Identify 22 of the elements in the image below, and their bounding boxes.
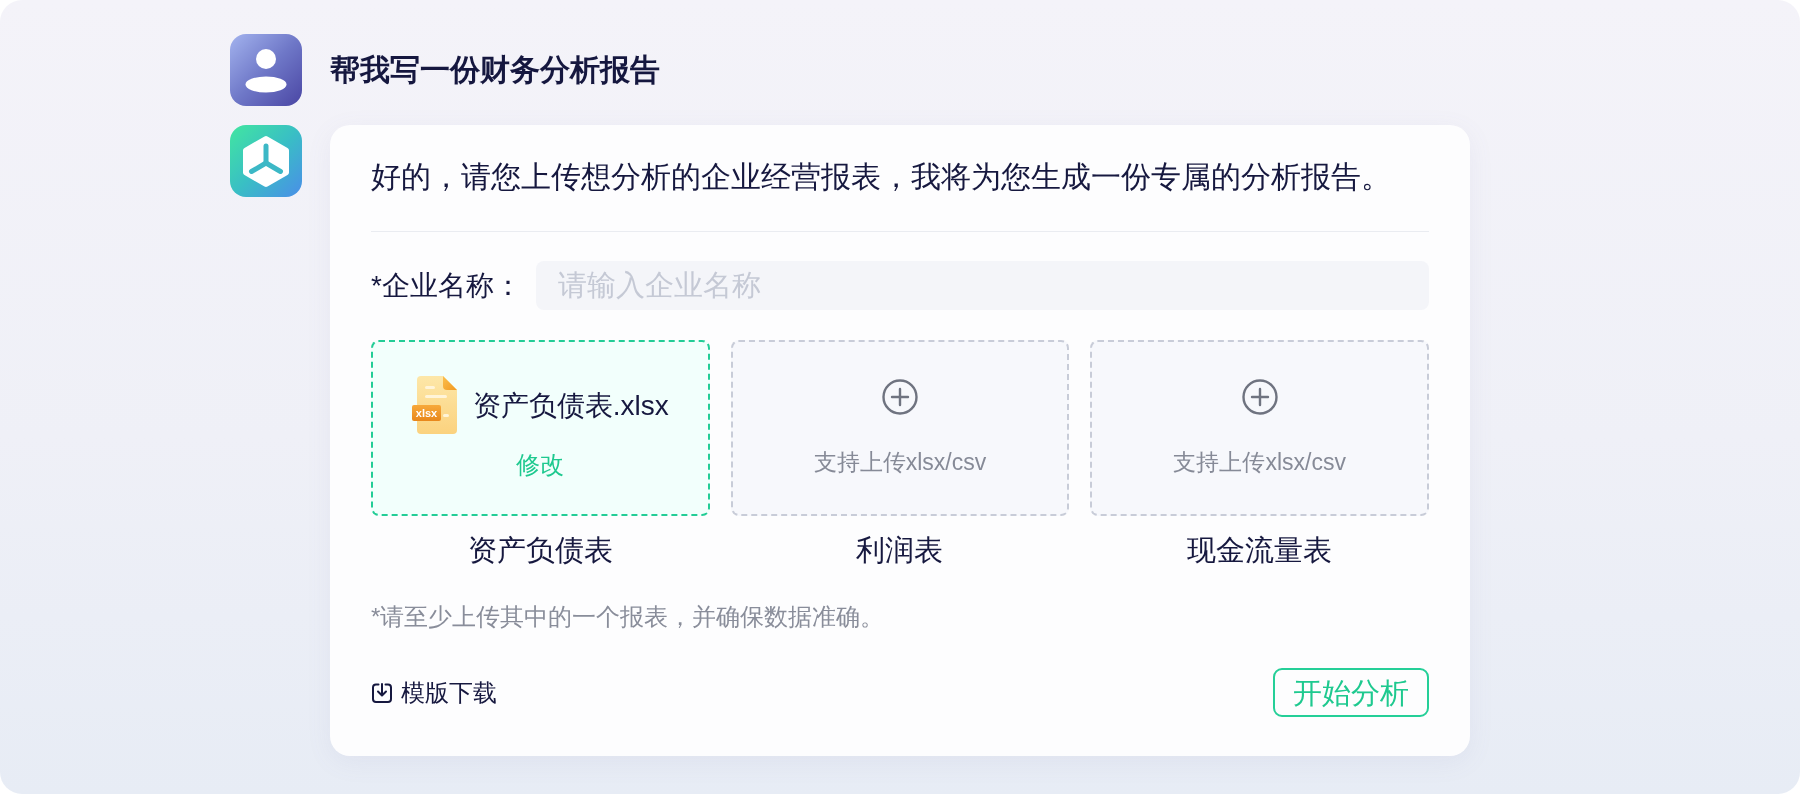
- add-icon: [1241, 379, 1278, 415]
- upload-note: *请至少上传其中的一个报表，并确保数据准确。: [371, 602, 886, 632]
- report-type-label: 现金流量表: [1187, 533, 1333, 568]
- add-icon: [882, 379, 918, 415]
- report-type-label: 资产负债表: [467, 533, 613, 568]
- download-icon: [371, 681, 393, 704]
- upload-hint: 支持上传xlsx/csv: [813, 448, 987, 477]
- report-type-label: 利润表: [856, 533, 944, 568]
- uploaded-file-card[interactable]: xlsx 资产负债表.xlsx 修改: [371, 340, 710, 516]
- template-download-link[interactable]: 模版下载: [371, 677, 497, 708]
- assistant-message-text: 好的，请您上传想分析的企业经营报表，我将为您生成一份专属的分析报告。: [371, 159, 1392, 195]
- file-name: 资产负债表.xlsx: [472, 389, 669, 423]
- upload-hint: 支持上传xlsx/csv: [1173, 448, 1346, 477]
- upload-dropzone[interactable]: 支持上传xlsx/csv: [730, 340, 1070, 516]
- file-type-badge: xlsx: [411, 405, 442, 421]
- start-analysis-button[interactable]: 开始分析: [1273, 668, 1429, 717]
- field-label: *企业名称：: [371, 268, 522, 303]
- modify-link[interactable]: 修改: [516, 450, 565, 480]
- hexagon-avatar-icon: [230, 125, 302, 197]
- user-message-text: 帮我写一份财务分析报告: [330, 52, 660, 88]
- upload-dropzone[interactable]: 支持上传xlsx/csv: [1090, 340, 1429, 516]
- user-avatar-icon: [230, 34, 302, 106]
